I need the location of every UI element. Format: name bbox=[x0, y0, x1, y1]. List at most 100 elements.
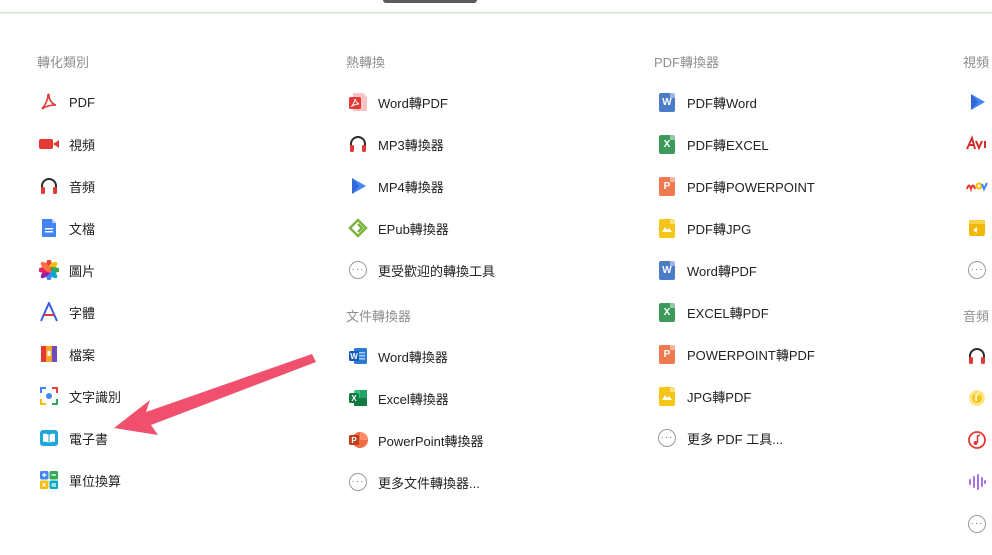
link-label: JPG轉PDF bbox=[687, 389, 752, 405]
link-audio-disc[interactable] bbox=[966, 386, 992, 410]
headphones-icon bbox=[966, 345, 988, 367]
photos-pinwheel-icon bbox=[38, 259, 60, 281]
category-document[interactable]: 文檔 bbox=[38, 216, 95, 240]
category-heading: 轉化類別 bbox=[37, 55, 90, 70]
category-font[interactable]: 字體 bbox=[38, 300, 95, 324]
audio-heading: 音頻 bbox=[963, 309, 990, 324]
music-disc-icon bbox=[966, 387, 988, 409]
category-audio[interactable]: 音頻 bbox=[38, 174, 95, 198]
link-word-to-pdf[interactable]: Word轉PDF bbox=[347, 90, 448, 114]
link-pdf-to-word[interactable]: W PDF轉Word bbox=[656, 90, 757, 114]
play-icon bbox=[347, 175, 369, 197]
link-powerpoint-to-pdf[interactable]: P POWERPOINT轉PDF bbox=[656, 342, 815, 366]
link-label: POWERPOINT轉PDF bbox=[687, 347, 815, 363]
category-label: 電子書 bbox=[69, 431, 109, 447]
pdf-converter-heading: PDF轉換器 bbox=[654, 55, 720, 70]
category-label: 檔案 bbox=[69, 347, 96, 363]
category-image[interactable]: 圖片 bbox=[38, 258, 95, 282]
font-icon bbox=[38, 301, 60, 323]
link-video-avi[interactable] bbox=[966, 132, 992, 156]
link-label: MP3轉換器 bbox=[378, 137, 444, 153]
link-more-popular-tools[interactable]: ··· 更受歡迎的轉換工具 bbox=[347, 258, 495, 282]
hot-conversion-heading: 熱轉換 bbox=[346, 55, 386, 70]
epub-icon bbox=[347, 217, 369, 239]
link-more-document-converters[interactable]: ··· 更多文件轉換器... bbox=[347, 470, 480, 494]
link-video-mov[interactable] bbox=[966, 174, 992, 198]
link-jpg-to-pdf[interactable]: JPG轉PDF bbox=[656, 384, 751, 408]
document-converter-heading: 文件轉換器 bbox=[346, 309, 412, 324]
link-pdf-to-jpg[interactable]: PDF轉JPG bbox=[656, 216, 751, 240]
svg-text:X: X bbox=[351, 394, 357, 403]
link-video-more[interactable]: ··· bbox=[966, 258, 992, 282]
category-pdf[interactable]: PDF bbox=[38, 90, 95, 114]
document-icon bbox=[38, 217, 60, 239]
clapperboard-icon bbox=[966, 217, 988, 239]
category-video[interactable]: 視頻 bbox=[38, 132, 95, 156]
category-ebook[interactable]: 電子書 bbox=[38, 426, 108, 450]
link-word-converter[interactable]: W Word轉換器 bbox=[347, 344, 448, 368]
category-unit-conversion[interactable]: 單位換算 bbox=[38, 468, 121, 492]
link-label: 更多文件轉換器... bbox=[378, 475, 480, 491]
image-doc-icon bbox=[656, 217, 678, 239]
annotation-arrow bbox=[114, 354, 316, 435]
category-label: 字體 bbox=[69, 305, 96, 321]
link-label: PowerPoint轉換器 bbox=[378, 433, 484, 449]
sound-wave-icon bbox=[966, 471, 988, 493]
headphones-icon bbox=[38, 175, 60, 197]
svg-text:P: P bbox=[351, 436, 357, 445]
video-heading: 視頻 bbox=[963, 55, 990, 70]
link-video-clapper[interactable] bbox=[966, 216, 992, 240]
category-archive[interactable]: 檔案 bbox=[38, 342, 95, 366]
link-label: Word轉PDF bbox=[378, 95, 448, 111]
play-icon bbox=[966, 91, 988, 113]
excel-doc-icon: X bbox=[656, 133, 678, 155]
more-icon: ··· bbox=[347, 471, 369, 493]
link-label: Word轉PDF bbox=[687, 263, 757, 279]
link-excel-to-pdf[interactable]: X EXCEL轉PDF bbox=[656, 300, 769, 324]
category-label: 視頻 bbox=[69, 137, 96, 153]
link-excel-converter[interactable]: X Excel轉換器 bbox=[347, 386, 449, 410]
calculator-icon bbox=[38, 469, 60, 491]
pdf-acrobat-icon bbox=[38, 91, 60, 113]
image-doc-icon bbox=[656, 385, 678, 407]
headphones-icon bbox=[347, 133, 369, 155]
link-label: Word轉換器 bbox=[378, 349, 448, 365]
category-label: 圖片 bbox=[69, 263, 96, 279]
ocr-lens-icon bbox=[38, 385, 60, 407]
excel-icon: X bbox=[347, 387, 369, 409]
link-label: PDF轉Word bbox=[687, 95, 757, 111]
link-mp3-converter[interactable]: MP3轉換器 bbox=[347, 132, 444, 156]
link-word-to-pdf-2[interactable]: W Word轉PDF bbox=[656, 258, 757, 282]
category-label: 音頻 bbox=[69, 179, 96, 195]
link-label: 更多 PDF 工具... bbox=[687, 431, 784, 447]
link-audio-wave[interactable] bbox=[966, 470, 992, 494]
more-icon: ··· bbox=[966, 513, 988, 535]
powerpoint-doc-icon: P bbox=[656, 343, 678, 365]
archive-icon bbox=[38, 343, 60, 365]
link-pdf-to-powerpoint[interactable]: P PDF轉POWERPOINT bbox=[656, 174, 815, 198]
music-note-icon bbox=[966, 429, 988, 451]
category-label: 單位換算 bbox=[69, 473, 122, 489]
link-audio-more[interactable]: ··· bbox=[966, 512, 992, 536]
category-label: 文字識別 bbox=[69, 389, 122, 405]
avi-logo-icon bbox=[966, 133, 988, 155]
word-doc-icon: W bbox=[656, 259, 678, 281]
category-label: 文檔 bbox=[69, 221, 96, 237]
link-video-play[interactable] bbox=[966, 90, 992, 114]
link-more-pdf-tools[interactable]: ··· 更多 PDF 工具... bbox=[656, 426, 783, 450]
link-label: EPub轉換器 bbox=[378, 221, 449, 237]
link-audio-note[interactable] bbox=[966, 428, 992, 452]
link-mp4-converter[interactable]: MP4轉換器 bbox=[347, 174, 444, 198]
link-label: PDF轉POWERPOINT bbox=[687, 179, 815, 195]
link-label: Excel轉換器 bbox=[378, 391, 449, 407]
powerpoint-doc-icon: P bbox=[656, 175, 678, 197]
word-icon: W bbox=[347, 345, 369, 367]
link-pdf-to-excel[interactable]: X PDF轉EXCEL bbox=[656, 132, 769, 156]
link-powerpoint-converter[interactable]: P PowerPoint轉換器 bbox=[347, 428, 483, 452]
svg-text:W: W bbox=[350, 352, 358, 361]
more-icon: ··· bbox=[656, 427, 678, 449]
link-epub-converter[interactable]: EPub轉換器 bbox=[347, 216, 449, 240]
link-audio-headphones[interactable] bbox=[966, 344, 992, 368]
excel-doc-icon: X bbox=[656, 301, 678, 323]
category-ocr[interactable]: 文字識別 bbox=[38, 384, 121, 408]
